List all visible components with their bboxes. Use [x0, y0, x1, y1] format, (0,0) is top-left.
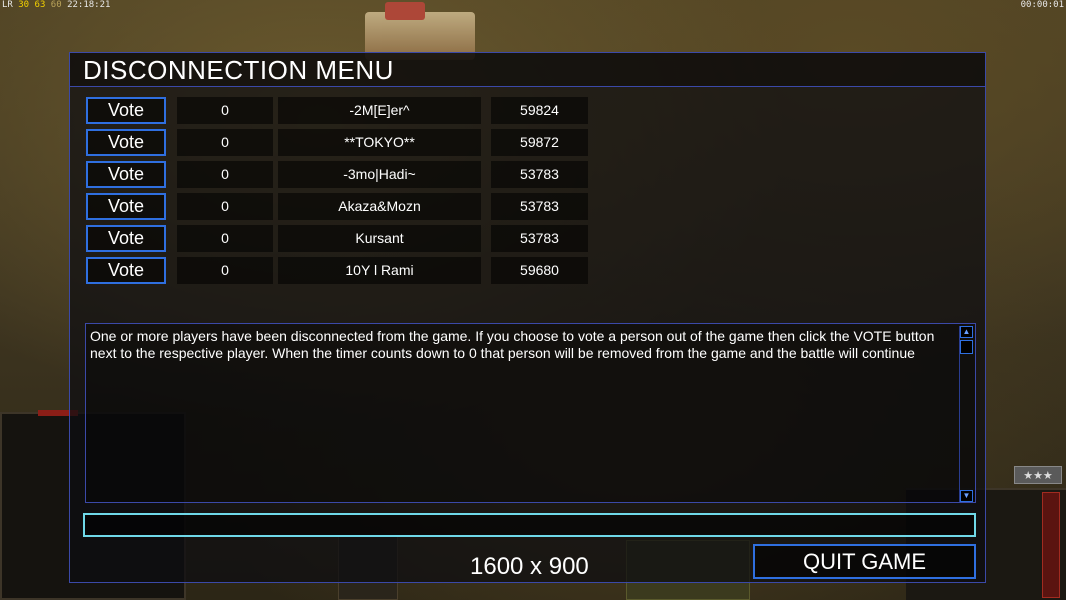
vote-count: 0	[177, 129, 273, 156]
dialog-title-bar: DISCONNECTION MENU	[70, 53, 985, 87]
hud-fps: 30	[18, 0, 30, 10]
dialog-title: DISCONNECTION MENU	[83, 55, 394, 85]
hud-fps-2: 63	[34, 0, 46, 10]
vote-button[interactable]: Vote	[86, 257, 166, 284]
player-name: -2M[E]er^	[278, 97, 481, 124]
hud-prefix: LR	[2, 0, 13, 10]
player-name: 10Y l Rami	[278, 257, 481, 284]
hud-clock: 22:18:21	[67, 0, 111, 10]
vote-count: 0	[177, 161, 273, 188]
message-scrollbar[interactable]: ▲ ▼	[959, 326, 973, 502]
scroll-up-arrow-icon[interactable]: ▲	[960, 326, 973, 338]
vote-button[interactable]: Vote	[86, 161, 166, 188]
power-bar	[1042, 492, 1060, 598]
hud-fps-3: 60	[50, 0, 62, 10]
vote-button[interactable]: Vote	[86, 129, 166, 156]
message-box[interactable]: One or more players have been disconnect…	[85, 323, 976, 503]
player-timer: 59680	[491, 257, 588, 284]
player-name: **TOKYO**	[278, 129, 481, 156]
vote-count: 0	[177, 257, 273, 284]
player-name: -3mo|Hadi~	[278, 161, 481, 188]
vote-button[interactable]: Vote	[86, 97, 166, 124]
vote-button[interactable]: Vote	[86, 193, 166, 220]
resolution-label: 1600 x 900	[470, 553, 589, 580]
chat-input[interactable]	[83, 513, 976, 537]
message-text: One or more players have been disconnect…	[90, 328, 935, 361]
hud-game-timer: 00:00:01	[1020, 0, 1064, 10]
player-timer: 53783	[491, 225, 588, 252]
rank-stars: ★★★	[1014, 466, 1062, 484]
player-timer: 59824	[491, 97, 588, 124]
player-timer: 59872	[491, 129, 588, 156]
player-timer: 53783	[491, 161, 588, 188]
disconnection-dialog: DISCONNECTION MENU Vote 0 -2M[E]er^ 5982…	[69, 52, 986, 583]
player-timer: 53783	[491, 193, 588, 220]
scroll-down-arrow-icon[interactable]: ▼	[960, 490, 973, 502]
quit-game-button[interactable]: QUIT GAME	[753, 544, 976, 579]
vote-count: 0	[177, 97, 273, 124]
vote-button[interactable]: Vote	[86, 225, 166, 252]
vote-count: 0	[177, 193, 273, 220]
vote-count: 0	[177, 225, 273, 252]
scroll-thumb[interactable]	[960, 340, 973, 354]
player-name: Kursant	[278, 225, 481, 252]
player-name: Akaza&Mozn	[278, 193, 481, 220]
hud-stats: LR 30 63 60 22:18:21	[2, 0, 110, 10]
